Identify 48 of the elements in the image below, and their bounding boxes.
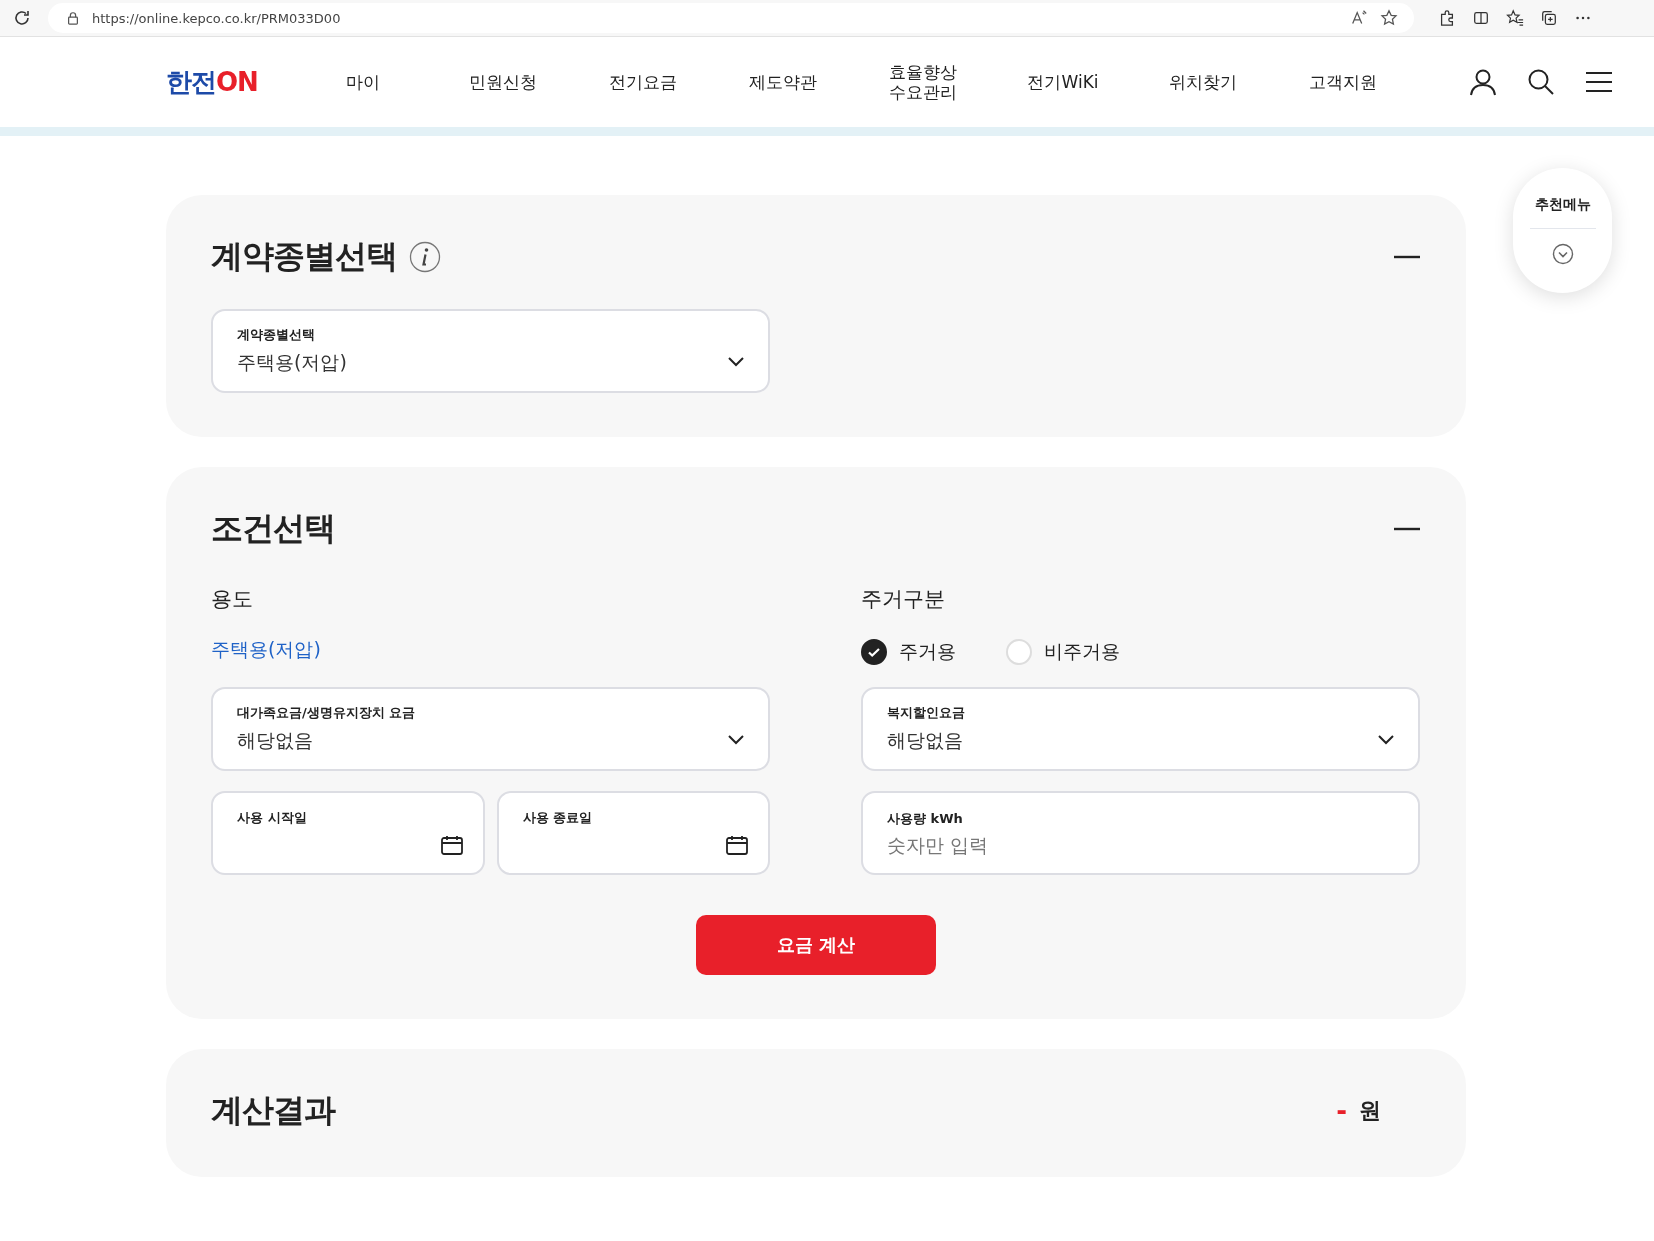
calculate-button[interactable]: 요금 계산	[696, 915, 936, 975]
section-title: 계산결과	[211, 1090, 335, 1131]
radio-circle[interactable]	[861, 639, 887, 665]
star-icon[interactable]	[1380, 9, 1398, 27]
nav-link[interactable]: 민원신청	[433, 71, 573, 93]
address-bar[interactable]: https://online.kepco.co.kr/PRM033D00	[48, 3, 1414, 33]
field-label: 용도	[211, 586, 254, 613]
section-title: 조건선택	[211, 508, 335, 549]
section-title: 계약종별선택	[211, 236, 397, 277]
nav-link[interactable]: 제도약관	[713, 71, 853, 93]
reload-icon[interactable]	[12, 8, 32, 28]
start-date-field[interactable]: 사용 시작일	[211, 791, 485, 875]
welfare-discount-select[interactable]: 복지할인요금 해당없음	[861, 687, 1420, 771]
radio-option[interactable]: 주거용	[861, 639, 956, 665]
field-label: 사용량 kWh	[887, 810, 964, 828]
contract-type-select[interactable]: 계약종별선택 주택용(저압)	[211, 309, 770, 393]
search-icon[interactable]	[1526, 67, 1556, 97]
nav-link[interactable]: 마이	[293, 71, 433, 93]
chevron-circle-icon[interactable]	[1551, 243, 1574, 265]
split-screen-icon[interactable]	[1472, 9, 1490, 27]
chevron-icon	[728, 735, 744, 745]
result-value: -	[1336, 1096, 1347, 1126]
collections-icon[interactable]	[1540, 9, 1558, 27]
recommend-label: 추천메뉴	[1534, 196, 1591, 214]
chevron-icon	[728, 357, 744, 367]
currency-unit: 원	[1359, 1097, 1381, 1125]
recommend-menu[interactable]: 추천메뉴	[1513, 168, 1612, 293]
calendar-icon[interactable]	[440, 835, 463, 855]
family-rate-select[interactable]: 대가족요금/생명유지장치 요금 해당없음	[211, 687, 770, 771]
end-date-field[interactable]: 사용 종료일	[496, 791, 770, 875]
kwh-input[interactable]: 숫자만 입력	[887, 834, 1394, 856]
info-icon[interactable]	[409, 241, 441, 273]
nav-link[interactable]: 위치찾기	[1133, 71, 1273, 93]
calendar-icon[interactable]	[726, 835, 748, 855]
nav-link[interactable]: 전기WiKi	[993, 71, 1133, 93]
lock-icon	[66, 11, 80, 25]
usage-value: 주택용(저압)	[211, 637, 322, 662]
nav-link[interactable]: 전기요금	[573, 71, 713, 93]
radio-option[interactable]: 비주거용	[1006, 639, 1120, 665]
nav-link[interactable]: 효율향상 수요관리	[853, 61, 993, 103]
chevron-icon	[1378, 735, 1394, 745]
field-label: 주거구분	[861, 586, 946, 613]
user-icon[interactable]	[1468, 67, 1498, 97]
url-text: https://online.kepco.co.kr/PRM033D00	[92, 10, 341, 26]
favorites-icon[interactable]	[1506, 9, 1524, 27]
nav-link[interactable]: 고객지원	[1273, 71, 1413, 93]
puzzle-icon[interactable]	[1438, 9, 1456, 27]
site-logo[interactable]: 한전ON	[166, 64, 293, 100]
